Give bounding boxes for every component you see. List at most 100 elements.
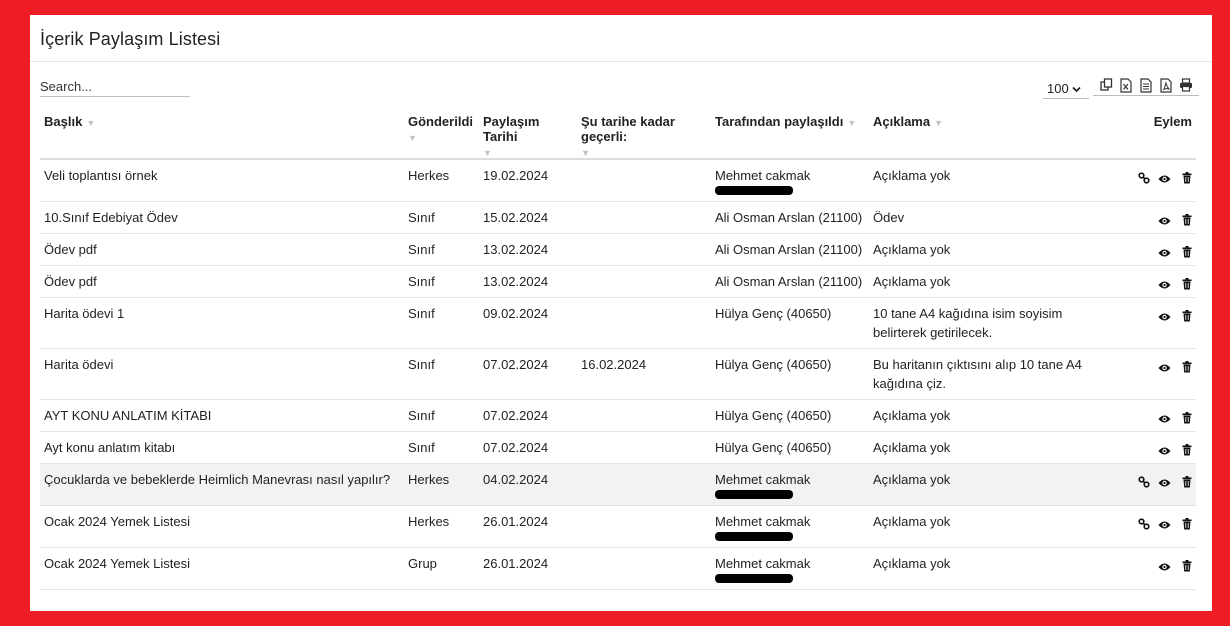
trash-icon[interactable] [1178, 244, 1192, 258]
eye-icon[interactable] [1157, 308, 1171, 322]
cell-title: Ocak 2024 Yemek Listesi [40, 505, 404, 548]
export-toolbar [1093, 75, 1199, 96]
cell-share-date: 09.02.2024 [479, 297, 577, 349]
table-row: Çocuklarda ve bebeklerde Heimlich Manevr… [40, 463, 1196, 506]
column-header-baslik[interactable]: Başlık ▼ [40, 111, 404, 160]
cell-description: Açıklama yok [869, 431, 1101, 464]
redaction-bar [715, 574, 793, 583]
cell-description: Ödev [869, 201, 1101, 234]
table-row: Ocak 2024 Yemek Listesi Herkes 26.01.2024 M… [40, 505, 1196, 548]
trash-icon[interactable] [1178, 170, 1192, 184]
page-size-select[interactable]: 100 [1043, 78, 1089, 99]
cell-actions [1101, 159, 1196, 202]
excel-icon[interactable] [1119, 77, 1133, 93]
cell-title: AYT KONU ANLATIM KİTABI [40, 399, 404, 432]
trash-icon[interactable] [1178, 516, 1192, 530]
eye-icon[interactable] [1157, 276, 1171, 290]
shared-by-name: Ali Osman Arslan (21100) [715, 210, 863, 225]
column-header-gonderildi[interactable]: Gönderildi ▼ [404, 111, 479, 160]
eye-icon[interactable] [1157, 516, 1171, 530]
sort-icon: ▼ [847, 118, 857, 128]
column-header-aciklama[interactable]: Açıklama ▼ [869, 111, 1101, 160]
cell-actions [1101, 505, 1196, 548]
link-icon[interactable] [1136, 516, 1150, 530]
cell-shared-by: Ali Osman Arslan (21100) [711, 233, 869, 266]
shared-by-name: Mehmet cakmak [715, 168, 811, 183]
eye-icon[interactable] [1157, 442, 1171, 456]
eye-icon[interactable] [1157, 558, 1171, 572]
cell-valid-until [577, 201, 711, 234]
sort-icon: ▼ [408, 133, 417, 143]
cell-shared-by: Ali Osman Arslan (21100) [711, 201, 869, 234]
redaction-bar [715, 186, 793, 195]
content-table: Başlık ▼ Gönderildi ▼ Paylaşım Tarihi ▼ Şu … [40, 111, 1196, 590]
trash-icon[interactable] [1178, 474, 1192, 488]
print-icon[interactable] [1179, 77, 1193, 93]
link-icon[interactable] [1136, 170, 1150, 184]
eye-icon[interactable] [1157, 410, 1171, 424]
cell-shared-by: Mehmet cakmak [711, 159, 869, 202]
cell-title: Ocak 2024 Yemek Listesi [40, 547, 404, 590]
trash-icon[interactable] [1178, 558, 1192, 572]
shared-by-name: Hülya Genç (40650) [715, 408, 832, 423]
cell-actions [1101, 233, 1196, 266]
eye-icon[interactable] [1157, 474, 1171, 488]
cell-sent-to: Sınıf [404, 265, 479, 298]
trash-icon[interactable] [1178, 359, 1192, 373]
sort-icon: ▼ [483, 148, 492, 158]
trash-icon[interactable] [1178, 410, 1192, 424]
cell-share-date: 07.02.2024 [479, 399, 577, 432]
sort-icon: ▼ [581, 148, 590, 158]
trash-icon[interactable] [1178, 212, 1192, 226]
eye-icon[interactable] [1157, 359, 1171, 373]
shared-by-name: Hülya Genç (40650) [715, 357, 832, 372]
cell-actions [1101, 348, 1196, 400]
cell-share-date: 15.02.2024 [479, 201, 577, 234]
cell-sent-to: Herkes [404, 505, 479, 548]
cell-sent-to: Sınıf [404, 297, 479, 349]
trash-icon[interactable] [1178, 276, 1192, 290]
trash-icon[interactable] [1178, 308, 1192, 322]
csv-icon[interactable] [1139, 77, 1153, 93]
cell-actions [1101, 431, 1196, 464]
cell-shared-by: Hülya Genç (40650) [711, 297, 869, 349]
cell-description: Açıklama yok [869, 159, 1101, 202]
cell-sent-to: Sınıf [404, 201, 479, 234]
cell-share-date: 04.02.2024 [479, 463, 577, 506]
shared-by-name: Mehmet cakmak [715, 472, 811, 487]
cell-description: Açıklama yok [869, 265, 1101, 298]
column-header-gecerli[interactable]: Şu tarihe kadar geçerli: ▼ [577, 111, 711, 160]
cell-shared-by: Hülya Genç (40650) [711, 431, 869, 464]
cell-shared-by: Mehmet cakmak [711, 463, 869, 506]
cell-actions [1101, 547, 1196, 590]
shared-by-name: Hülya Genç (40650) [715, 306, 832, 321]
eye-icon[interactable] [1157, 244, 1171, 258]
cell-title: Çocuklarda ve bebeklerde Heimlich Manevr… [40, 463, 404, 506]
cell-valid-until [577, 265, 711, 298]
shared-by-name: Hülya Genç (40650) [715, 440, 832, 455]
eye-icon[interactable] [1157, 170, 1171, 184]
column-header-paylasan[interactable]: Tarafından paylaşıldı ▼ [711, 111, 869, 160]
table-row: Ödev pdf Sınıf 13.02.2024 Ali Osman Arslan … [40, 233, 1196, 266]
cell-valid-until [577, 547, 711, 590]
table-row: Harita ödevi Sınıf 07.02.2024 16.02.2024 Hül… [40, 348, 1196, 400]
cell-sent-to: Herkes [404, 463, 479, 506]
cell-sent-to: Herkes [404, 159, 479, 202]
cell-valid-until [577, 431, 711, 464]
page-title: İçerik Paylaşım Listesi [40, 29, 221, 49]
cell-share-date: 07.02.2024 [479, 348, 577, 400]
search-input[interactable] [40, 76, 190, 97]
copy-icon[interactable] [1099, 77, 1113, 93]
column-header-paylasim-tarihi[interactable]: Paylaşım Tarihi ▼ [479, 111, 577, 160]
trash-icon[interactable] [1178, 442, 1192, 456]
cell-valid-until [577, 505, 711, 548]
link-icon[interactable] [1136, 474, 1150, 488]
sort-icon: ▼ [86, 118, 96, 128]
cell-valid-until [577, 399, 711, 432]
table-row: Ocak 2024 Yemek Listesi Grup 26.01.2024 Meh… [40, 547, 1196, 590]
eye-icon[interactable] [1157, 212, 1171, 226]
cell-shared-by: Hülya Genç (40650) [711, 348, 869, 400]
cell-title: Ödev pdf [40, 265, 404, 298]
shared-by-name: Ali Osman Arslan (21100) [715, 274, 863, 289]
pdf-icon[interactable] [1159, 77, 1173, 93]
